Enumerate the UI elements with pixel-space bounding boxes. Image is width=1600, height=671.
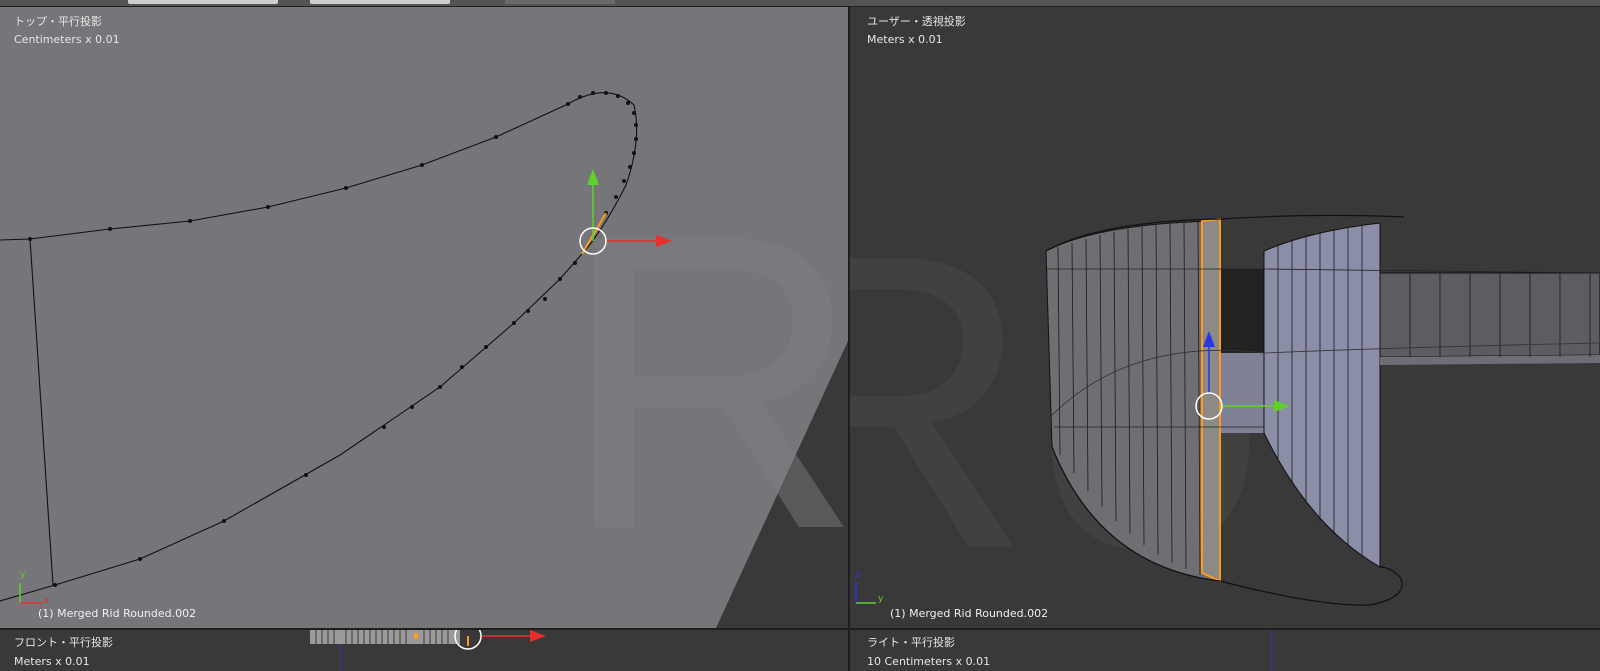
viewport-right-orthographic[interactable]: ライト・平行投影 10 Centimeters x 0.01	[850, 630, 1600, 671]
viewport-divider-vertical[interactable]	[848, 7, 850, 671]
view-name-label: ライト・平行投影	[867, 636, 955, 649]
view-name-label: フロント・平行投影	[14, 636, 113, 649]
selected-vertex-mark	[414, 633, 418, 639]
scale-label: Meters x 0.01	[14, 655, 90, 668]
active-object-label: (1) Merged Rid Rounded.002	[890, 607, 1049, 620]
scale-label: 10 Centimeters x 0.01	[867, 655, 991, 668]
perspective-view-canvas: Ro	[850, 168, 1600, 628]
active-object-label: (1) Merged Rid Rounded.002	[38, 607, 197, 620]
axis-label-y-3d: y	[878, 594, 884, 604]
view-name-label: トップ・平行投影	[14, 15, 102, 28]
header-field-2[interactable]	[310, 0, 450, 4]
front-view-canvas	[310, 630, 546, 650]
transform-gizmo-front[interactable]	[454, 630, 546, 650]
top-view-canvas: R	[0, 7, 848, 628]
viewport-user-perspective[interactable]: Ro	[850, 7, 1600, 628]
viewport-top-orthographic[interactable]: R y x トップ・平行投影 Centimeters x 0.01 (1) Me…	[0, 7, 848, 628]
scale-label: Centimeters x 0.01	[14, 33, 120, 46]
axis-label-y: y	[20, 570, 26, 580]
axis-label-z: z	[856, 570, 861, 580]
mesh-strip	[310, 630, 460, 644]
ring-wall-right	[1263, 222, 1381, 568]
header-field-1[interactable]	[128, 0, 278, 4]
header-field-3[interactable]	[505, 0, 615, 4]
grid-line	[1270, 630, 1271, 671]
selected-face	[1201, 217, 1221, 583]
view-name-label: ユーザー・透視投影	[867, 15, 966, 28]
viewport-divider-horizontal[interactable]	[0, 628, 1600, 630]
top-header-bar	[0, 0, 1600, 7]
scale-label: Meters x 0.01	[867, 33, 943, 46]
ring-band-far	[1379, 272, 1600, 358]
viewport-front-orthographic[interactable]: フロント・平行投影 Meters x 0.01	[0, 630, 848, 671]
